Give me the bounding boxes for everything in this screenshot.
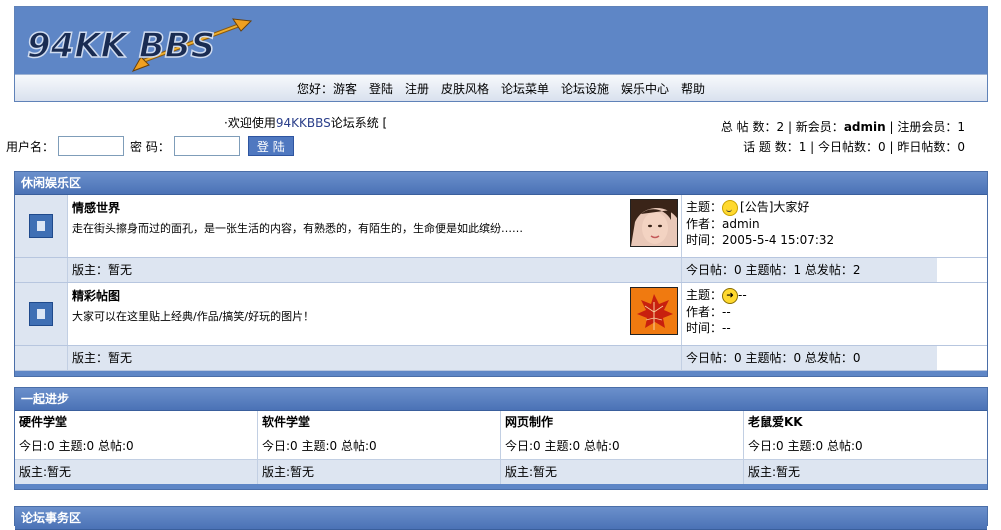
nav-register[interactable]: 注册 bbox=[405, 80, 429, 97]
section-title[interactable]: 论坛事务区 bbox=[15, 507, 987, 530]
smiley-icon bbox=[722, 199, 739, 216]
nav-skin-style[interactable]: 皮肤风格 bbox=[441, 80, 489, 97]
forum-counts: 今日帖：0 主题帖：1 总发帖：2 bbox=[681, 258, 937, 282]
forum-description: 走在街头擦身而过的面孔，是一张生活的内容，有熟悉的，有陌生的，生命便是如此缤纷…… bbox=[72, 222, 523, 235]
forum-thumbnail bbox=[630, 287, 678, 335]
password-input[interactable] bbox=[173, 136, 240, 156]
nav-login[interactable]: 登陆 bbox=[369, 80, 393, 97]
board-stats: 今日:0 主题:0 总帖:0 bbox=[744, 433, 987, 459]
board-name-link[interactable]: 网页制作 bbox=[501, 411, 743, 433]
forum-thumbnail bbox=[630, 199, 678, 247]
board-name-link[interactable]: 软件学堂 bbox=[258, 411, 500, 433]
nav-help[interactable]: 帮助 bbox=[681, 80, 705, 97]
board-moderator: 版主:暂无 bbox=[15, 459, 257, 484]
board-grid: 硬件学堂 今日:0 主题:0 总帖:0 版主:暂无 软件学堂 今日:0 主题:0… bbox=[15, 411, 987, 484]
forum-moderator: 版主：暂无 bbox=[68, 258, 681, 282]
arrow-right-icon: ➜ bbox=[722, 287, 739, 304]
newest-member-link[interactable]: admin bbox=[844, 120, 886, 134]
section-leisure: 休闲娱乐区 情感世界 走在街头擦身而过的面孔，是一张生活的内容，有熟悉的，有陌生… bbox=[14, 171, 988, 377]
main-navbar: 您好：游客 登陆 注册 皮肤风格 论坛菜单 论坛设施 娱乐中心 帮助 bbox=[15, 74, 987, 101]
section-title[interactable]: 一起进步 bbox=[15, 388, 987, 411]
last-post-info: 主题： [公告]大家好 作者：admin 时间：2005-5-4 15:07:32 bbox=[681, 195, 937, 257]
board-cell: 硬件学堂 今日:0 主题:0 总帖:0 版主:暂无 bbox=[15, 411, 258, 484]
forum-logo[interactable]: 94KK BBS bbox=[23, 13, 253, 75]
stats-line-1: 总 帖 数：2 | 新会员：admin | 注册会员：1 bbox=[720, 120, 965, 134]
board-cell: 软件学堂 今日:0 主题:0 总帖:0 版主:暂无 bbox=[258, 411, 501, 484]
board-stats: 今日:0 主题:0 总帖:0 bbox=[15, 433, 257, 459]
board-moderator: 版主:暂无 bbox=[501, 459, 743, 484]
nav-forum-facilities[interactable]: 论坛设施 bbox=[561, 80, 609, 97]
board-name-link[interactable]: 老鼠爱KK bbox=[744, 411, 987, 433]
svg-text:94KK BBS: 94KK BBS bbox=[27, 26, 215, 66]
forum-description: 大家可以在这里贴上经典/作品/搞笑/好玩的图片！ bbox=[72, 310, 315, 323]
forum-folder-icon bbox=[29, 214, 53, 238]
forum-row: 精彩帖图 大家可以在这里贴上经典/作品/搞笑/好玩的图片！ 主题： ➜ -- 作者：… bbox=[15, 283, 987, 346]
board-moderator: 版主:暂无 bbox=[744, 459, 987, 484]
section-affairs: 论坛事务区 bbox=[14, 506, 988, 530]
board-name-link[interactable]: 硬件学堂 bbox=[15, 411, 257, 433]
username-input[interactable] bbox=[58, 136, 125, 156]
nav-entertainment[interactable]: 娱乐中心 bbox=[621, 80, 669, 97]
section-title[interactable]: 休闲娱乐区 bbox=[15, 172, 987, 195]
board-cell: 老鼠爱KK 今日:0 主题:0 总帖:0 版主:暂无 bbox=[744, 411, 987, 484]
username-label: 用户名： bbox=[6, 139, 55, 154]
last-topic-link: -- bbox=[738, 288, 747, 302]
forum-name-link[interactable]: 情感世界 bbox=[72, 199, 677, 216]
last-topic-link[interactable]: [公告]大家好 bbox=[740, 200, 809, 214]
last-post-time: -- bbox=[722, 320, 731, 335]
forum-name-link[interactable]: 精彩帖图 bbox=[72, 287, 677, 304]
site-name-link[interactable]: 94KKBBS bbox=[276, 116, 331, 130]
last-post-time: 2005-5-4 15:07:32 bbox=[722, 232, 835, 247]
site-header: 94KK BBS 您好：游客 登陆 注册 皮肤风格 论坛菜单 论坛设施 娱乐中心… bbox=[14, 6, 988, 102]
last-author-link[interactable]: admin bbox=[722, 217, 760, 231]
forum-folder-icon bbox=[29, 302, 53, 326]
forum-row: 情感世界 走在街头擦身而过的面孔，是一张生活的内容，有熟悉的，有陌生的，生命便是… bbox=[15, 195, 987, 258]
forum-stats: 总 帖 数：2 | 新会员：admin | 注册会员：1 话 题 数：1 | 今… bbox=[721, 117, 965, 157]
last-post-info: 主题： ➜ -- 作者：-- 时间：-- bbox=[681, 283, 937, 345]
welcome-ticker: ·欢迎使用94KKBBS论坛系统 [ bbox=[224, 116, 388, 130]
forum-moderator: 版主：暂无 bbox=[68, 346, 681, 370]
login-form: 用户名： 密 码： 登 陆 bbox=[6, 136, 294, 156]
login-button[interactable]: 登 陆 bbox=[247, 136, 294, 156]
password-label: 密 码： bbox=[130, 139, 170, 154]
forum-footer-row: 版主：暂无 今日帖：0 主题帖：1 总发帖：2 bbox=[15, 258, 987, 283]
board-stats: 今日:0 主题:0 总帖:0 bbox=[501, 433, 743, 459]
board-cell: 网页制作 今日:0 主题:0 总帖:0 版主:暂无 bbox=[501, 411, 744, 484]
nav-forum-menu[interactable]: 论坛菜单 bbox=[501, 80, 549, 97]
section-progress: 一起进步 硬件学堂 今日:0 主题:0 总帖:0 版主:暂无 软件学堂 今日:0… bbox=[14, 387, 988, 490]
forum-counts: 今日帖：0 主题帖：0 总发帖：0 bbox=[681, 346, 937, 370]
last-author: -- bbox=[722, 304, 731, 319]
board-stats: 今日:0 主题:0 总帖:0 bbox=[258, 433, 500, 459]
nav-greeting: 您好：游客 bbox=[296, 81, 357, 96]
forum-footer-row: 版主：暂无 今日帖：0 主题帖：0 总发帖：0 bbox=[15, 346, 987, 371]
board-moderator: 版主:暂无 bbox=[258, 459, 500, 484]
stats-line-2: 话 题 数：1 | 今日帖数：0 | 昨日帖数：0 bbox=[743, 140, 965, 154]
